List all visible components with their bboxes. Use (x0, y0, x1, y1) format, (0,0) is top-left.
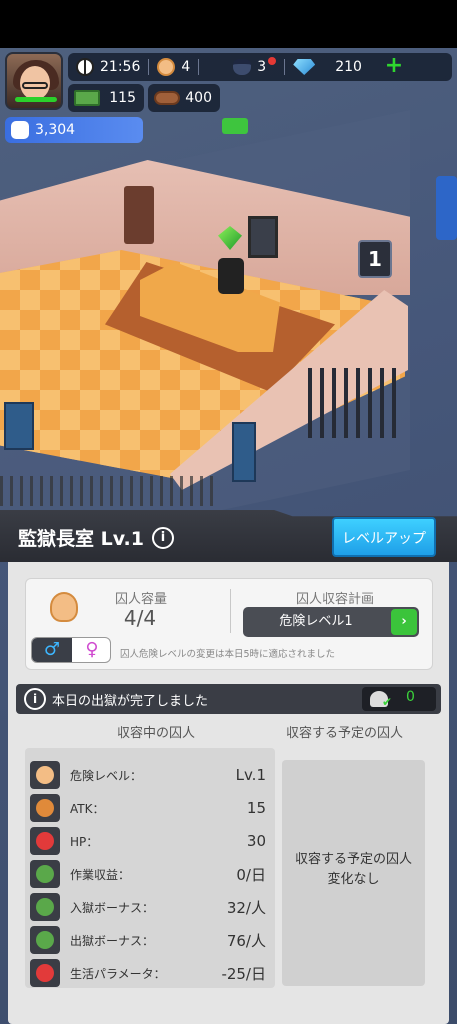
resource-bar: 21:56 4 3 210 + (68, 53, 452, 81)
time-display: 21:56 (68, 53, 148, 81)
danger-level-notice: 囚人危険レベルの変更は本日5時に適応されました (120, 649, 336, 660)
inmate-icon (30, 761, 60, 789)
stat-label: 危険レベル： (70, 768, 143, 783)
wall-picture (248, 216, 278, 258)
info-icon[interactable]: i (24, 688, 46, 710)
release-message: 本日の出獄が完了しました (52, 694, 209, 709)
stat-value: -25/日 (221, 964, 266, 983)
inmate-icon (157, 58, 176, 76)
female-icon[interactable]: ♀ (72, 638, 110, 662)
status-bar (0, 0, 457, 48)
stat-row: HP： 30 (30, 827, 272, 855)
stat-label: ATK： (70, 801, 105, 816)
room-level-number: 1 (368, 247, 382, 271)
capacity-value: 4/4 (123, 606, 157, 630)
stat-row: 危険レベル： Lv.1 (30, 761, 272, 789)
barbed-wire (0, 476, 220, 506)
room-level-sign[interactable]: 1 (358, 240, 392, 278)
inmate-icon-glyph (36, 766, 54, 784)
add-gems-button[interactable]: + (384, 55, 404, 77)
blood-drop-icon-glyph (36, 832, 54, 850)
cash-value: 115 (109, 90, 136, 106)
stat-label: 生活パラメータ： (70, 966, 166, 981)
stat-label: 作業収益： (70, 867, 131, 882)
stat-value: 76/人 (226, 931, 266, 950)
plan-label: 囚人収容計画 (295, 592, 374, 607)
angry-face-icon-glyph (36, 964, 54, 982)
capacity-label: 囚人容量 (114, 592, 167, 607)
stat-row: 入獄ボーナス： 32/人 (30, 893, 272, 921)
stat-row: 作業収益： 0/日 (30, 860, 272, 888)
stat-row: 生活パラメータ： -25/日 (30, 959, 272, 987)
stat-value: 0/日 (236, 865, 266, 884)
check-icon: ✔ (382, 695, 393, 709)
stat-value: 30 (246, 832, 266, 850)
door-left (4, 402, 34, 450)
inmates-value: 4 (181, 59, 191, 75)
divider (198, 59, 200, 75)
wood-log-icon (154, 91, 180, 105)
time-value: 21:56 (100, 59, 141, 75)
stat-value: 15 (246, 799, 266, 817)
basketball-icon (76, 58, 94, 76)
stat-row: 出獄ボーナス： 76/人 (30, 926, 272, 954)
cell-bars (308, 368, 398, 438)
stat-row: ATK： 15 (30, 794, 272, 822)
panel-title: 監獄長室 Lv.1 i (18, 524, 174, 551)
notification-dot (268, 57, 277, 65)
danger-level-select[interactable]: 危険レベル1 › (243, 607, 419, 637)
chevron-right-icon[interactable]: › (391, 609, 417, 635)
panel-title-text: 監獄長室 Lv.1 (18, 528, 144, 550)
stat-label: HP： (70, 834, 99, 849)
muscle-icon (30, 794, 60, 822)
released-count: 0 (406, 689, 415, 705)
cash-icon (30, 860, 60, 888)
guards-display[interactable]: 3 (225, 53, 284, 81)
cash-icon-glyph (36, 898, 54, 916)
stat-value: 32/人 (226, 898, 266, 917)
info-icon[interactable]: i (152, 526, 174, 549)
planned-inmates-text: 収容する予定の囚人 変化なし (294, 852, 412, 887)
danger-level-value: 危険レベル1 (279, 614, 353, 629)
power-value: 3,304 (35, 122, 76, 138)
avatar-glasses (22, 82, 48, 89)
fist-icon (11, 121, 29, 139)
divider (230, 589, 231, 633)
wood-value: 400 (185, 90, 212, 106)
gender-toggle[interactable]: ♂ ♀ (31, 637, 111, 663)
male-icon[interactable]: ♂ (32, 638, 72, 662)
cash-icon-glyph (36, 931, 54, 949)
inmates-display[interactable]: 4 (149, 53, 198, 81)
stat-label: 入獄ボーナス： (70, 900, 155, 915)
cash-icon (74, 90, 100, 106)
guards-value: 3 (257, 59, 267, 75)
barrels (436, 176, 457, 240)
planned-inmates-heading: 収容する予定の囚人 (286, 726, 404, 741)
blood-drop-icon (30, 827, 60, 855)
guard-icon (233, 59, 252, 75)
cash-icon (30, 926, 60, 954)
player-avatar[interactable] (5, 52, 63, 110)
power-display[interactable]: 3,304 (5, 117, 143, 143)
stat-value: Lv.1 (235, 766, 266, 784)
stat-label: 出獄ボーナス： (70, 933, 155, 948)
level-up-button[interactable]: レベルアップ (332, 517, 436, 557)
gems-value: 210 (335, 59, 362, 75)
warden-chair (218, 258, 244, 294)
cash-display[interactable]: 115 (68, 84, 144, 112)
bookshelf (124, 186, 154, 244)
wood-display[interactable]: 400 (148, 84, 220, 112)
current-inmates-heading: 収容中の囚人 (117, 726, 196, 741)
cash-icon (30, 893, 60, 921)
door-front (232, 422, 256, 482)
gem-icon (293, 59, 316, 75)
avatar-energy-bar (15, 97, 57, 102)
released-count-badge[interactable]: ✔ 0 (362, 687, 436, 711)
inmate-icon (50, 592, 78, 622)
cash-icon-glyph (36, 865, 54, 883)
muscle-icon-glyph (36, 799, 54, 817)
angry-face-icon (30, 959, 60, 987)
gems-display[interactable]: 210 + (285, 53, 412, 81)
supply-box[interactable] (222, 118, 248, 134)
